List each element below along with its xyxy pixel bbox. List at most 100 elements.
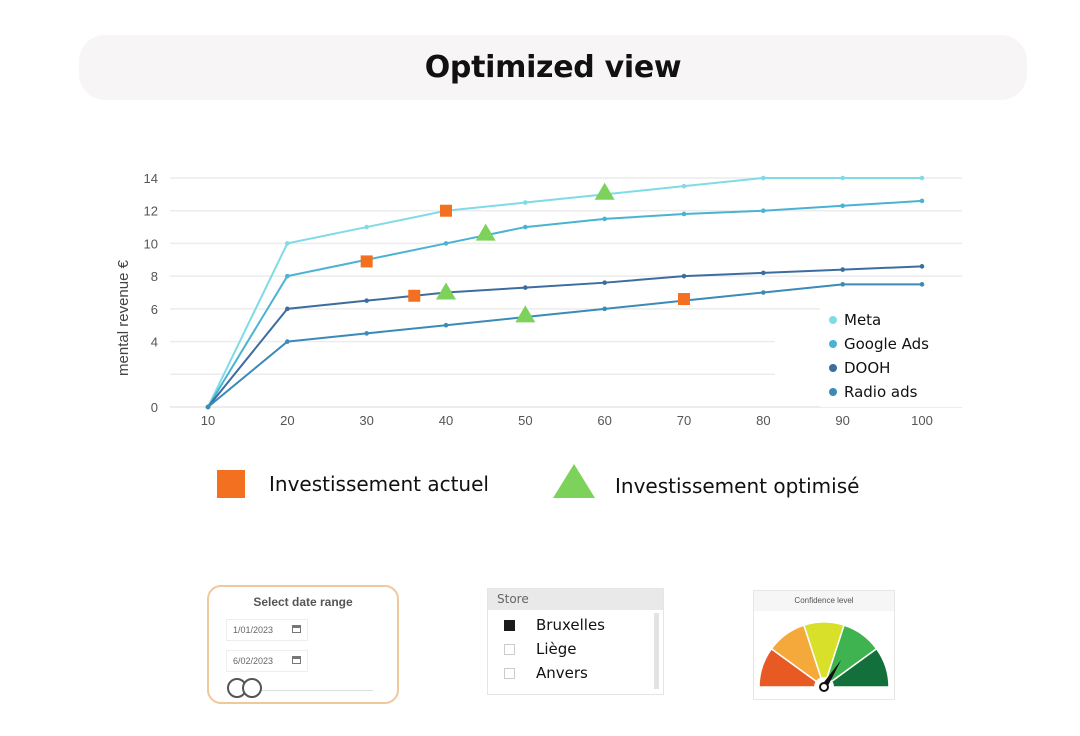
data-point xyxy=(840,175,845,181)
legend-swatch xyxy=(829,340,837,348)
legend-swatch xyxy=(829,316,837,324)
y-tick-label: 4 xyxy=(151,335,158,350)
checkbox[interactable] xyxy=(504,667,515,679)
gauge-dial xyxy=(758,621,890,697)
data-point xyxy=(523,224,528,230)
store-item-bruxelles[interactable]: Bruxelles xyxy=(504,616,605,634)
calendar-icon[interactable] xyxy=(292,656,301,664)
x-tick-label: 20 xyxy=(280,413,294,428)
optimized-investment-marker xyxy=(475,223,496,241)
data-point xyxy=(681,273,687,279)
page-title: Optimized view xyxy=(424,50,682,85)
legend-item: Meta xyxy=(844,311,881,329)
store-title: Store xyxy=(488,589,663,610)
series-line-radio-ads xyxy=(207,283,922,408)
data-point xyxy=(602,280,607,285)
current-investment-marker xyxy=(440,204,452,217)
x-tick-label: 100 xyxy=(911,413,933,428)
series-line-meta xyxy=(207,177,922,408)
calendar-icon[interactable] xyxy=(292,625,301,633)
data-point xyxy=(205,404,211,410)
legend-item: Google Ads xyxy=(844,335,929,353)
data-point xyxy=(919,264,925,269)
data-point xyxy=(761,270,766,276)
store-item-label: Liège xyxy=(536,640,577,658)
data-point xyxy=(681,211,687,217)
confidence-gauge: Confidence level xyxy=(753,590,895,700)
y-tick-label: 6 xyxy=(151,302,158,317)
x-tick-label: 60 xyxy=(597,413,611,428)
data-point xyxy=(681,183,687,189)
legend-swatch xyxy=(829,364,837,372)
y-tick-label: 12 xyxy=(144,204,158,219)
legend-current-investment: Investissement actuel xyxy=(217,470,489,498)
data-point xyxy=(761,208,766,214)
end-date-value: 6/02/2023 xyxy=(233,656,274,666)
y-tick-label: 10 xyxy=(144,236,158,251)
legend-swatch xyxy=(829,388,837,396)
date-slider-end-handle[interactable] xyxy=(242,678,262,698)
data-point xyxy=(602,306,607,312)
store-item-label: Bruxelles xyxy=(536,616,605,634)
date-range-title: Select date range xyxy=(253,595,353,609)
x-tick-label: 10 xyxy=(201,413,215,428)
marker-legend: Investissement actuel Investissement opt… xyxy=(0,462,1080,512)
data-point xyxy=(523,285,528,290)
series-line-google-ads xyxy=(207,199,923,408)
start-date-value: 1/01/2023 xyxy=(233,625,274,635)
data-point xyxy=(761,175,766,181)
y-tick-label: 0 xyxy=(151,400,158,415)
data-point xyxy=(443,322,449,328)
x-tick-label: 70 xyxy=(677,413,691,428)
data-point xyxy=(602,216,607,222)
checkbox[interactable] xyxy=(504,643,515,655)
gauge-pivot xyxy=(819,682,829,692)
data-point xyxy=(364,224,369,230)
x-tick-label: 80 xyxy=(756,413,770,428)
start-date-input[interactable]: 1/01/2023 xyxy=(226,619,308,641)
optimized-investment-marker xyxy=(515,305,536,323)
data-point xyxy=(919,282,925,287)
x-tick-label: 50 xyxy=(518,413,532,428)
legend-item: DOOH xyxy=(844,359,890,377)
data-point xyxy=(840,282,845,287)
gauge-title: Confidence level xyxy=(754,591,894,611)
current-investment-marker xyxy=(678,293,690,306)
x-tick-label: 40 xyxy=(439,413,453,428)
x-tick-label: 30 xyxy=(359,413,373,428)
data-point xyxy=(523,200,528,205)
end-date-input[interactable]: 6/02/2023 xyxy=(226,650,308,672)
data-point xyxy=(919,175,925,181)
store-item-label: Anvers xyxy=(536,664,588,682)
data-point xyxy=(285,339,290,344)
green-triangle-icon xyxy=(553,464,595,498)
orange-square-icon xyxy=(217,470,245,498)
data-point xyxy=(840,203,845,209)
store-scrollbar[interactable] xyxy=(654,613,659,689)
data-point xyxy=(364,298,369,303)
y-axis-label: mental revenue € xyxy=(115,259,132,376)
optimized-investment-marker xyxy=(436,282,456,300)
x-tick-label: 90 xyxy=(835,413,849,428)
data-point xyxy=(443,241,449,246)
checkbox[interactable] xyxy=(504,619,515,631)
store-item-anvers[interactable]: Anvers xyxy=(504,664,588,682)
y-tick-label: 8 xyxy=(151,269,158,284)
legend-optimized-investment: Investissement optimisé xyxy=(553,464,859,498)
page-header: Optimized view xyxy=(79,35,1027,100)
date-range-slicer: Select date range 1/01/2023 6/02/2023 xyxy=(207,585,399,704)
data-point xyxy=(840,267,845,272)
y-tick-label: 14 xyxy=(144,171,158,186)
legend-current-label: Investissement actuel xyxy=(269,472,489,496)
data-point xyxy=(761,290,766,295)
store-item-liege[interactable]: Liège xyxy=(504,640,577,658)
data-point xyxy=(285,241,290,246)
legend-item: Radio ads xyxy=(844,383,918,401)
data-point xyxy=(285,306,290,312)
store-slicer: Store Bruxelles Liège Anvers xyxy=(487,588,664,695)
current-investment-marker xyxy=(408,289,421,302)
revenue-chart: 0 4 6 8 10 12 14 10 20 30 40 50 60 70 80 90 100 mental … xyxy=(115,171,980,428)
optimized-investment-marker xyxy=(594,182,615,200)
legend-optimized-label: Investissement optimisé xyxy=(615,474,860,498)
data-point xyxy=(919,198,925,204)
